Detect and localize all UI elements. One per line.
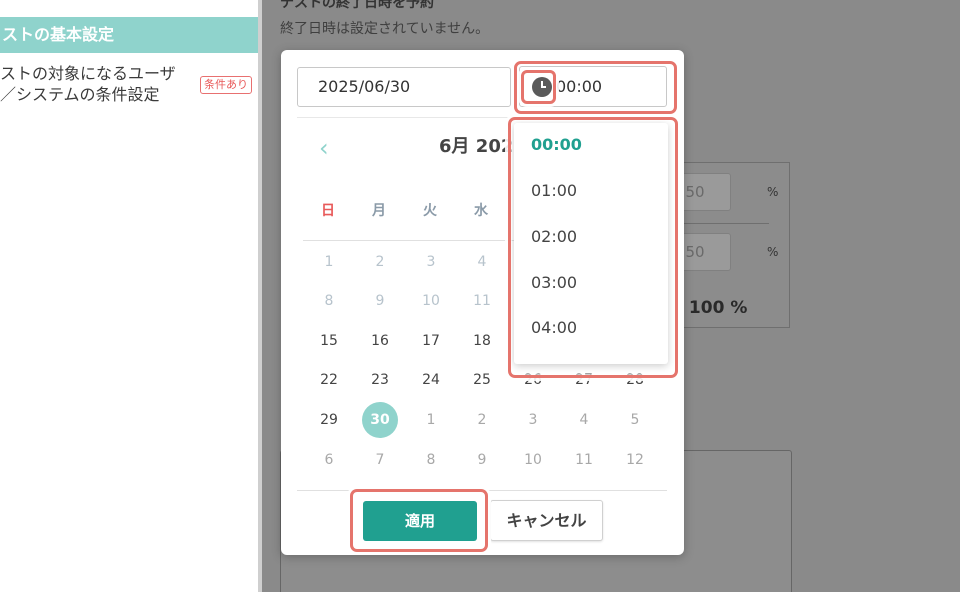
calendar-day[interactable]: 29 (311, 402, 347, 438)
percent-label-a: % (767, 185, 779, 199)
calendar-day[interactable]: 17 (413, 323, 449, 359)
calendar-day[interactable]: 25 (464, 362, 500, 398)
calendar-day[interactable]: 2 (464, 402, 500, 438)
calendar-day[interactable]: 26 (515, 362, 551, 398)
end-date-status-text: 終了日時は設定されていません。 (280, 21, 490, 37)
calendar-day: 2 (375, 254, 385, 270)
calendar-day: 4 (477, 254, 487, 270)
cancel-button[interactable]: キャンセル (490, 500, 603, 541)
calendar-day: 1 (324, 254, 334, 270)
calendar-day[interactable]: 11 (566, 442, 602, 478)
calendar-day[interactable]: 23 (362, 362, 398, 398)
calendar-day: 11 (473, 293, 491, 309)
weekday-mon: 月 (372, 203, 386, 219)
calendar-day[interactable]: 7 (362, 442, 398, 478)
calendar-day: 8 (324, 293, 334, 309)
conditions-badge: 条件あり (200, 76, 252, 94)
calendar-day: 10 (422, 293, 440, 309)
calendar-day[interactable]: 10 (515, 442, 551, 478)
calendar-day[interactable]: 22 (311, 362, 347, 398)
calendar-day[interactable]: 15 (311, 323, 347, 359)
time-option[interactable]: 03:00 (531, 272, 577, 294)
percent-label-b: % (767, 245, 779, 259)
weekday-tue: 火 (423, 203, 437, 219)
calendar-day[interactable]: 5 (617, 402, 653, 438)
sidebar-item-target-conditions[interactable]: ストの対象になるユーザ ／システムの条件設定 (0, 63, 200, 105)
month-title: 6月 2025 (439, 136, 526, 157)
calendar-day[interactable]: 28 (617, 362, 653, 398)
calendar-day[interactable]: 1 (413, 402, 449, 438)
calendar-day[interactable]: 24 (413, 362, 449, 398)
calendar-day[interactable]: 16 (362, 323, 398, 359)
calendar-day[interactable]: 6 (311, 442, 347, 478)
time-option-selected[interactable]: 00:00 (531, 134, 582, 156)
clock-icon[interactable] (532, 77, 552, 97)
apply-button[interactable]: 適用 (363, 501, 477, 541)
calendar-day[interactable]: 18 (464, 323, 500, 359)
calendar-day[interactable]: 27 (566, 362, 602, 398)
sidebar-item-label-line2: ／システムの条件設定 (0, 85, 160, 104)
time-input-value: 00:00 (556, 77, 603, 96)
total-value: 100 % (688, 298, 748, 318)
calendar-day: 3 (426, 254, 436, 270)
calendar-day-selected[interactable]: 30 (362, 402, 398, 438)
sidebar-item-basic-settings[interactable]: ストの基本設定 (0, 17, 262, 53)
time-option[interactable]: 01:00 (531, 180, 577, 202)
calendar-day[interactable]: 4 (566, 402, 602, 438)
chevron-left-icon[interactable]: ‹ (319, 134, 329, 162)
section-heading: テストの終了日時を予約 (280, 0, 434, 11)
sidebar-item-label: ストの基本設定 (2, 25, 115, 44)
time-dropdown: 00:00 01:00 02:00 03:00 04:00 (514, 123, 668, 364)
weekday-wed: 水 (474, 203, 488, 219)
calendar-day[interactable]: 12 (617, 442, 653, 478)
time-option[interactable]: 04:00 (531, 317, 577, 339)
sidebar: ストの基本設定 ストの対象になるユーザ ／システムの条件設定 条件あり (0, 0, 262, 592)
calendar-day[interactable]: 3 (515, 402, 551, 438)
calendar-day[interactable]: 8 (413, 442, 449, 478)
picker-divider (297, 117, 667, 118)
footer-divider (297, 490, 667, 491)
time-input[interactable]: 00:00 (519, 66, 667, 107)
time-option[interactable]: 02:00 (531, 226, 577, 248)
calendar-day[interactable]: 9 (464, 442, 500, 478)
calendar-day: 9 (375, 293, 385, 309)
date-input[interactable]: 2025/06/30 (297, 67, 511, 107)
sidebar-item-label-line1: ストの対象になるユーザ (0, 64, 176, 83)
weekday-sun: 日 (321, 203, 335, 219)
